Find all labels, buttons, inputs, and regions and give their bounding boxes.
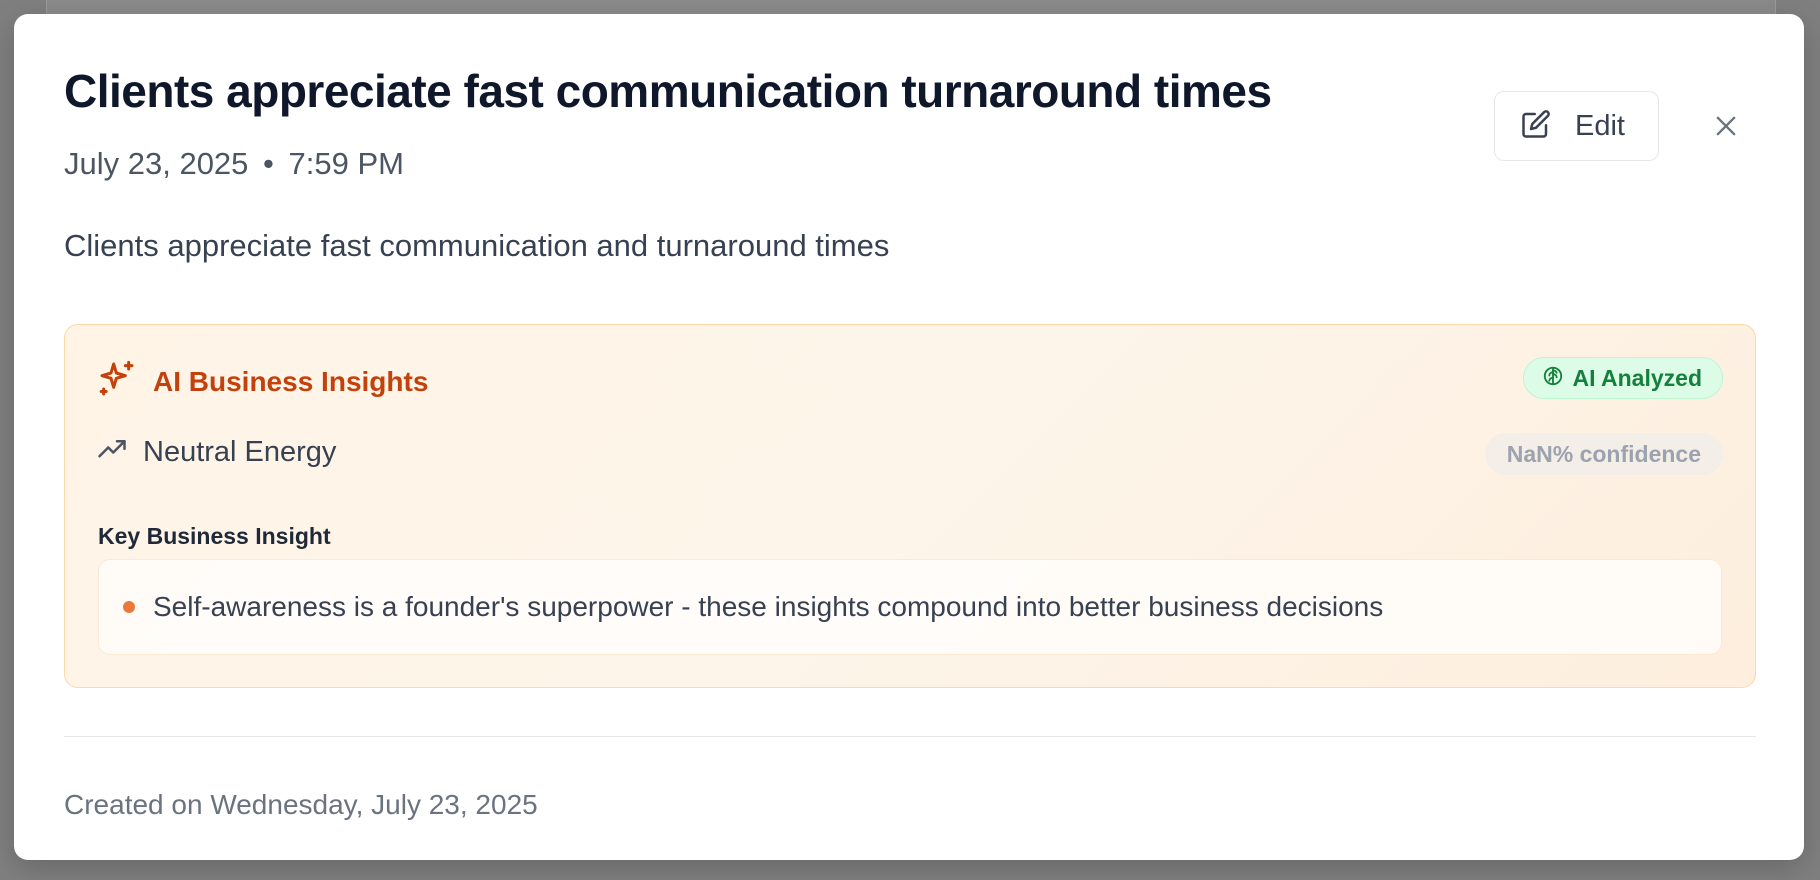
edit-button-label: Edit: [1575, 109, 1625, 142]
note-body: Clients appreciate fast communication an…: [64, 228, 890, 263]
note-time: 7:59 PM: [288, 146, 404, 181]
key-insight-heading: Key Business Insight: [98, 523, 331, 549]
close-icon: [1712, 112, 1740, 145]
insight-text: Self-awareness is a founder's superpower…: [153, 591, 1384, 622]
bullet-dot: [123, 601, 135, 613]
note-timestamp: July 23, 2025 • 7:59 PM: [64, 146, 404, 182]
sparkles-icon: [97, 359, 137, 404]
footer-divider: [64, 736, 1756, 737]
ai-analyzed-badge: AI Analyzed: [1523, 357, 1723, 399]
ai-analyzed-label: AI Analyzed: [1572, 364, 1702, 391]
created-date: Created on Wednesday, July 23, 2025: [64, 789, 538, 820]
ai-insights-panel: AI Business Insights AI Analyzed Neutral…: [64, 324, 1756, 688]
brain-icon: [1542, 365, 1564, 392]
insights-header: AI Business Insights: [97, 359, 428, 404]
note-title: Clients appreciate fast communication tu…: [64, 65, 1272, 117]
pencil-square-icon: [1521, 109, 1551, 144]
note-date: July 23, 2025: [64, 146, 249, 181]
note-detail-modal: Clients appreciate fast communication tu…: [14, 14, 1804, 860]
timestamp-separator: •: [263, 146, 274, 181]
insights-title: AI Business Insights: [153, 365, 429, 397]
close-button[interactable]: [1704, 106, 1748, 150]
energy-label: Neutral Energy: [143, 436, 337, 468]
edit-button[interactable]: Edit: [1494, 91, 1659, 161]
trending-up-icon: [97, 435, 127, 470]
insight-list-item: Self-awareness is a founder's superpower…: [98, 559, 1722, 655]
energy-indicator: Neutral Energy: [97, 435, 336, 470]
confidence-badge: NaN% confidence: [1484, 433, 1723, 475]
